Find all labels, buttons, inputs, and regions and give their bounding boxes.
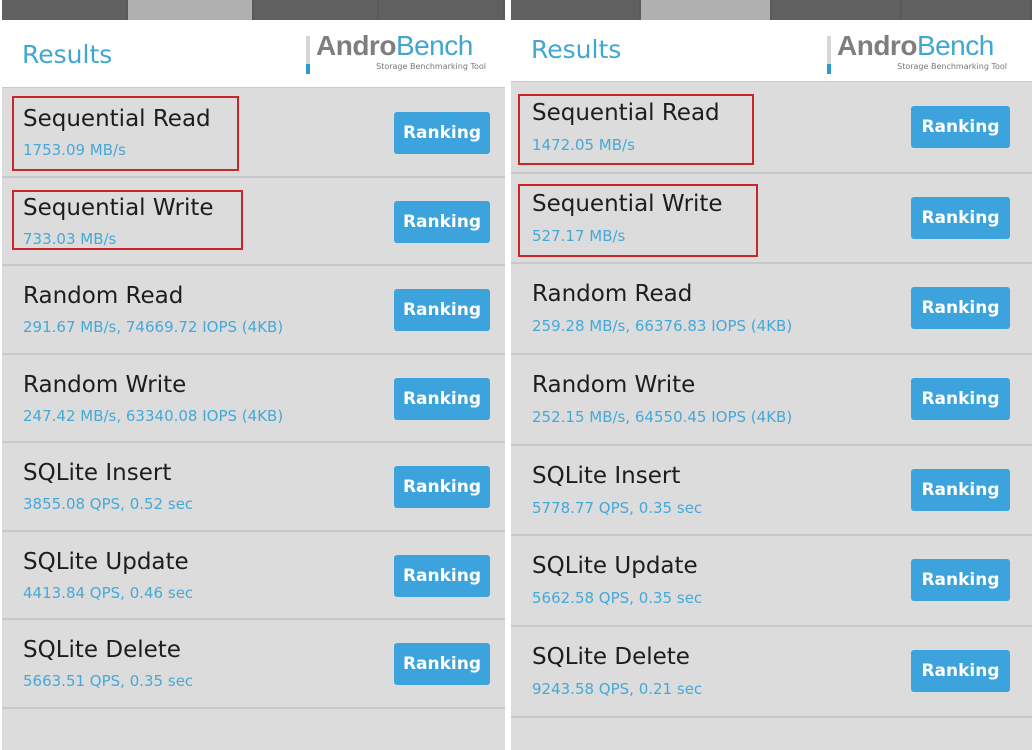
- result-value: 527.17 MB/s: [532, 226, 626, 245]
- results-list: Sequential Read 1472.05 MB/s Ranking Seq…: [511, 83, 1032, 718]
- logo-bar-icon: [827, 36, 831, 74]
- logo-name-part1: Andro: [316, 30, 396, 61]
- androbench-logo: AndroBench Storage Benchmarking Tool: [827, 30, 1009, 78]
- ranking-button[interactable]: Ranking: [394, 554, 490, 597]
- result-name: Random Write: [23, 371, 187, 398]
- logo-name: AndroBench: [837, 30, 994, 62]
- result-value: 259.28 MB/s, 66376.83 IOPS (4KB): [532, 317, 793, 336]
- result-sqlite-update: SQLite Update 4413.84 QPS, 0.46 sec Rank…: [2, 532, 505, 620]
- ranking-button[interactable]: Ranking: [911, 106, 1010, 148]
- logo-name-part2: Bench: [395, 30, 473, 61]
- ranking-button[interactable]: Ranking: [394, 466, 490, 508]
- tab-3[interactable]: [254, 0, 380, 20]
- result-sequential-read: Sequential Read 1472.05 MB/s Ranking: [511, 83, 1032, 174]
- result-value: 3855.08 QPS, 0.52 sec: [23, 495, 194, 513]
- ranking-button[interactable]: Ranking: [394, 200, 490, 243]
- results-panel-left: Results AndroBench Storage Benchmarking …: [2, 0, 505, 750]
- tab-results[interactable]: [641, 0, 772, 20]
- tab-4[interactable]: [379, 0, 505, 20]
- result-name: Random Read: [532, 281, 693, 308]
- result-value: 247.42 MB/s, 63340.08 IOPS (4KB): [23, 406, 284, 425]
- result-value: 252.15 MB/s, 64550.45 IOPS (4KB): [532, 408, 793, 427]
- ranking-button[interactable]: Ranking: [394, 377, 490, 420]
- page-title: Results: [531, 35, 622, 64]
- result-value: 291.67 MB/s, 74669.72 IOPS (4KB): [23, 318, 284, 336]
- result-sqlite-insert: SQLite Insert 5778.77 QPS, 0.35 sec Rank…: [511, 446, 1032, 537]
- page-title: Results: [22, 40, 113, 69]
- result-value: 5662.58 QPS, 0.35 sec: [532, 589, 703, 608]
- result-sequential-write: Sequential Write 527.17 MB/s Ranking: [511, 174, 1032, 265]
- result-random-write: Random Write 247.42 MB/s, 63340.08 IOPS …: [2, 355, 505, 443]
- ranking-button[interactable]: Ranking: [394, 289, 490, 331]
- androbench-logo: AndroBench Storage Benchmarking Tool: [306, 30, 488, 78]
- result-value: 5663.51 QPS, 0.35 sec: [23, 672, 194, 690]
- ranking-button[interactable]: Ranking: [911, 287, 1010, 330]
- result-name: Sequential Write: [23, 194, 214, 221]
- result-name: Sequential Write: [532, 190, 723, 217]
- ranking-button[interactable]: Ranking: [394, 643, 490, 685]
- result-sequential-read: Sequential Read 1753.09 MB/s Ranking: [2, 89, 505, 178]
- result-sequential-write: Sequential Write 733.03 MB/s Ranking: [2, 178, 505, 266]
- result-value: 4413.84 QPS, 0.46 sec: [23, 583, 194, 602]
- tab-4[interactable]: [902, 0, 1032, 20]
- result-name: SQLite Update: [23, 548, 189, 575]
- result-name: Sequential Read: [532, 100, 720, 126]
- ranking-button[interactable]: Ranking: [911, 468, 1010, 511]
- ranking-button[interactable]: Ranking: [911, 378, 1010, 421]
- ranking-button[interactable]: Ranking: [911, 196, 1010, 239]
- result-value: 733.03 MB/s: [23, 229, 117, 248]
- logo-name: AndroBench: [316, 30, 473, 62]
- ranking-button[interactable]: Ranking: [911, 559, 1010, 602]
- result-random-write: Random Write 252.15 MB/s, 64550.45 IOPS …: [511, 355, 1032, 446]
- result-name: SQLite Delete: [23, 637, 181, 663]
- result-value: 1753.09 MB/s: [23, 141, 126, 159]
- ranking-button[interactable]: Ranking: [911, 650, 1010, 693]
- tab-3[interactable]: [772, 0, 902, 20]
- results-header: Results AndroBench Storage Benchmarking …: [2, 20, 505, 88]
- logo-tagline: Storage Benchmarking Tool: [376, 62, 486, 71]
- logo-name-part1: Andro: [837, 30, 917, 61]
- result-random-read: Random Read 291.67 MB/s, 74669.72 IOPS (…: [2, 266, 505, 355]
- ranking-button[interactable]: Ranking: [394, 112, 490, 154]
- result-sqlite-insert: SQLite Insert 3855.08 QPS, 0.52 sec Rank…: [2, 443, 505, 532]
- result-sqlite-delete: SQLite Delete 5663.51 QPS, 0.35 sec Rank…: [2, 620, 505, 709]
- result-value: 1472.05 MB/s: [532, 136, 635, 154]
- result-name: SQLite Delete: [532, 644, 690, 671]
- logo-name-part2: Bench: [916, 30, 994, 61]
- result-name: Random Read: [23, 283, 184, 309]
- logo-tagline: Storage Benchmarking Tool: [897, 62, 1007, 71]
- result-name: SQLite Insert: [532, 462, 681, 489]
- tab-bar: [2, 0, 505, 20]
- result-name: Random Write: [532, 372, 696, 399]
- result-random-read: Random Read 259.28 MB/s, 66376.83 IOPS (…: [511, 264, 1032, 356]
- result-name: Sequential Read: [23, 106, 211, 132]
- result-sqlite-update: SQLite Update 5662.58 QPS, 0.35 sec Rank…: [511, 536, 1032, 628]
- result-value: 9243.58 QPS, 0.21 sec: [532, 680, 703, 699]
- tab-1[interactable]: [2, 0, 128, 20]
- logo-bar-icon: [306, 36, 310, 74]
- result-name: SQLite Update: [532, 553, 698, 580]
- tab-bar: [511, 0, 1032, 20]
- result-sqlite-delete: SQLite Delete 9243.58 QPS, 0.21 sec Rank…: [511, 627, 1032, 718]
- tab-results[interactable]: [127, 0, 254, 20]
- results-panel-right: Results AndroBench Storage Benchmarking …: [511, 0, 1032, 750]
- result-value: 5778.77 QPS, 0.35 sec: [532, 498, 703, 517]
- result-name: SQLite Insert: [23, 460, 172, 486]
- results-list: Sequential Read 1753.09 MB/s Ranking Seq…: [2, 89, 505, 709]
- results-header: Results AndroBench Storage Benchmarking …: [511, 20, 1032, 82]
- tab-1[interactable]: [511, 0, 642, 20]
